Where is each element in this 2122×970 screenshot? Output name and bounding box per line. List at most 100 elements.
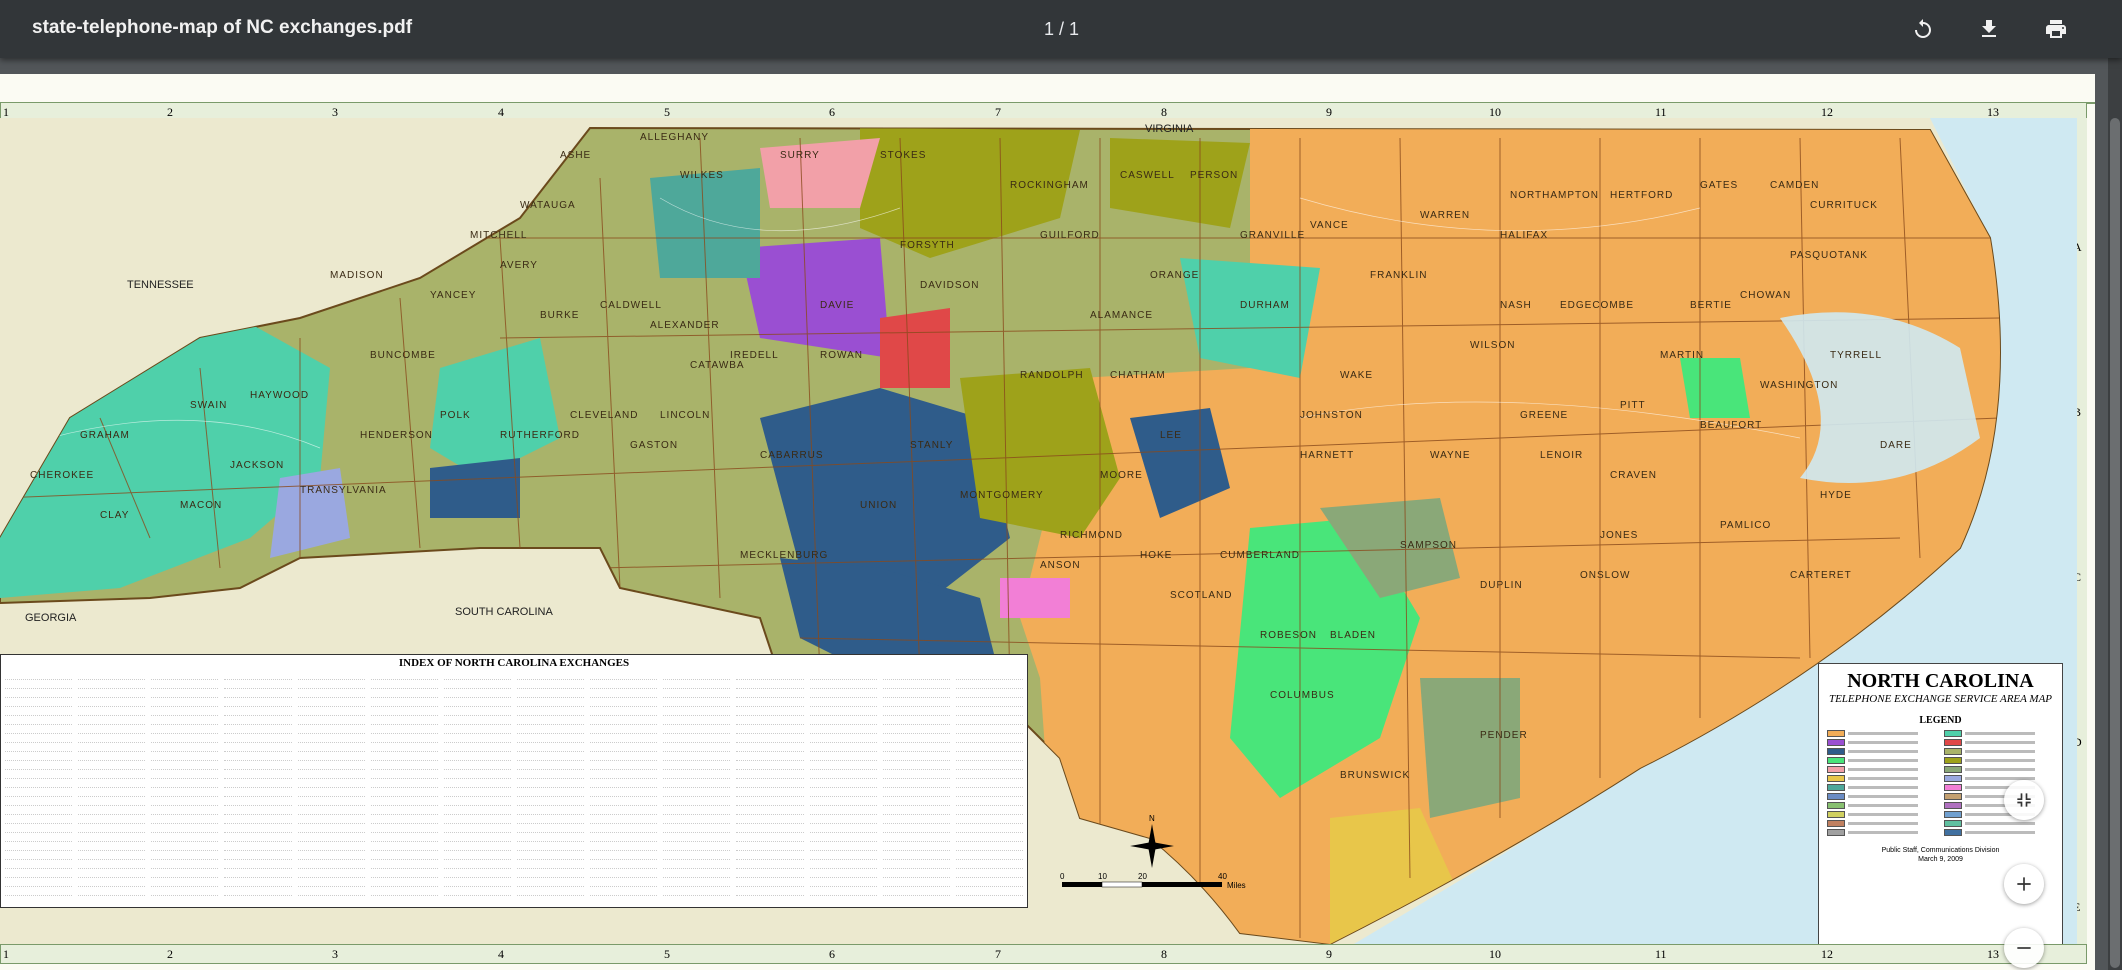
county-label: ALLEGHANY — [640, 132, 709, 143]
index-entry — [663, 887, 731, 896]
index-entry — [736, 860, 804, 869]
rotate-button[interactable] — [1907, 13, 1939, 45]
index-entry — [443, 806, 511, 815]
index-entry — [663, 743, 731, 752]
legend-title: NORTH CAROLINA — [1847, 670, 2034, 692]
index-entry — [516, 680, 585, 689]
index-entry — [736, 878, 804, 887]
county-label: MONTGOMERY — [960, 490, 1044, 501]
index-entry — [443, 716, 511, 725]
index-entry — [516, 770, 585, 779]
legend-item — [1827, 757, 1938, 764]
legend-label-line — [1848, 768, 1918, 771]
index-entry — [663, 725, 731, 734]
label-virginia: VIRGINIA — [1145, 123, 1194, 135]
index-entry — [809, 707, 877, 716]
index-entry — [224, 734, 292, 743]
index-entry — [663, 698, 731, 707]
index-entry — [809, 806, 877, 815]
index-entry — [590, 788, 658, 797]
index-entry — [663, 797, 731, 806]
index-entry — [151, 743, 219, 752]
index-entry — [443, 788, 511, 797]
index-entry — [736, 851, 804, 860]
index-entry — [370, 761, 438, 770]
index-entry — [955, 743, 1023, 752]
index-entry — [370, 878, 438, 887]
grid-col-label: 12 — [1821, 947, 1833, 961]
grid-col-label: 6 — [829, 947, 835, 961]
index-entry — [443, 842, 511, 851]
index-entry — [516, 797, 585, 806]
index-entry — [5, 815, 73, 824]
index-entry — [151, 806, 219, 815]
zoom-out-button[interactable] — [2004, 928, 2044, 968]
print-button[interactable] — [2040, 13, 2072, 45]
index-entry — [443, 734, 511, 743]
index-entry — [78, 851, 146, 860]
county-label: ALAMANCE — [1090, 310, 1153, 321]
index-entry — [78, 869, 146, 878]
legend-label-line — [1848, 750, 1918, 753]
index-entry — [516, 752, 585, 761]
scrollbar-thumb[interactable] — [2110, 118, 2120, 968]
index-entry — [590, 680, 658, 689]
index-entry — [297, 734, 365, 743]
index-entry — [663, 770, 731, 779]
index-entry — [809, 887, 877, 896]
zoom-in-button[interactable] — [2004, 864, 2044, 904]
vertical-scrollbar[interactable] — [2108, 58, 2122, 970]
index-entry — [809, 860, 877, 869]
index-entry — [882, 851, 950, 860]
county-label: DAVIE — [820, 300, 854, 311]
county-label: WATAUGA — [520, 200, 576, 211]
county-label: ORANGE — [1150, 270, 1199, 281]
index-entry — [443, 779, 511, 788]
index-entry — [809, 842, 877, 851]
index-entry — [224, 698, 292, 707]
index-entry — [370, 671, 438, 680]
index-entry — [809, 788, 877, 797]
index-entry — [663, 752, 731, 761]
index-entry — [809, 716, 877, 725]
county-label: WASHINGTON — [1760, 380, 1838, 391]
index-entry — [370, 887, 438, 896]
index-entry — [151, 878, 219, 887]
county-label: UNION — [860, 500, 897, 511]
index-entry — [78, 734, 146, 743]
index-entry — [151, 734, 219, 743]
county-label: CATAWBA — [690, 360, 745, 371]
index-entry — [736, 743, 804, 752]
legend-swatch — [1943, 811, 1962, 818]
download-button[interactable] — [1973, 13, 2005, 45]
index-entry — [663, 833, 731, 842]
index-entry — [151, 860, 219, 869]
county-label: GREENE — [1520, 410, 1568, 421]
index-entry — [297, 824, 365, 833]
index-entry — [370, 842, 438, 851]
index-entry — [151, 725, 219, 734]
index-entry — [443, 725, 511, 734]
index-entry — [297, 815, 365, 824]
index-entry — [663, 878, 731, 887]
index-entry — [5, 860, 73, 869]
county-label: HOKE — [1140, 550, 1172, 561]
county-label: HENDERSON — [360, 430, 433, 441]
index-entry — [224, 725, 292, 734]
index-entry — [370, 851, 438, 860]
index-entry — [590, 671, 658, 680]
county-label: CAMDEN — [1770, 180, 1819, 191]
index-entry — [809, 779, 877, 788]
index-entry — [956, 896, 1023, 903]
index-entry — [663, 671, 731, 680]
fit-page-button[interactable] — [2004, 780, 2044, 820]
county-label: SURRY — [780, 150, 820, 161]
county-label: CRAVEN — [1610, 470, 1657, 481]
index-entry — [224, 806, 292, 815]
index-entry — [5, 806, 73, 815]
legend-item — [1827, 802, 1938, 809]
legend-swatch — [1827, 802, 1845, 809]
index-entry — [370, 716, 438, 725]
index-entry — [224, 797, 292, 806]
index-entry — [882, 824, 950, 833]
